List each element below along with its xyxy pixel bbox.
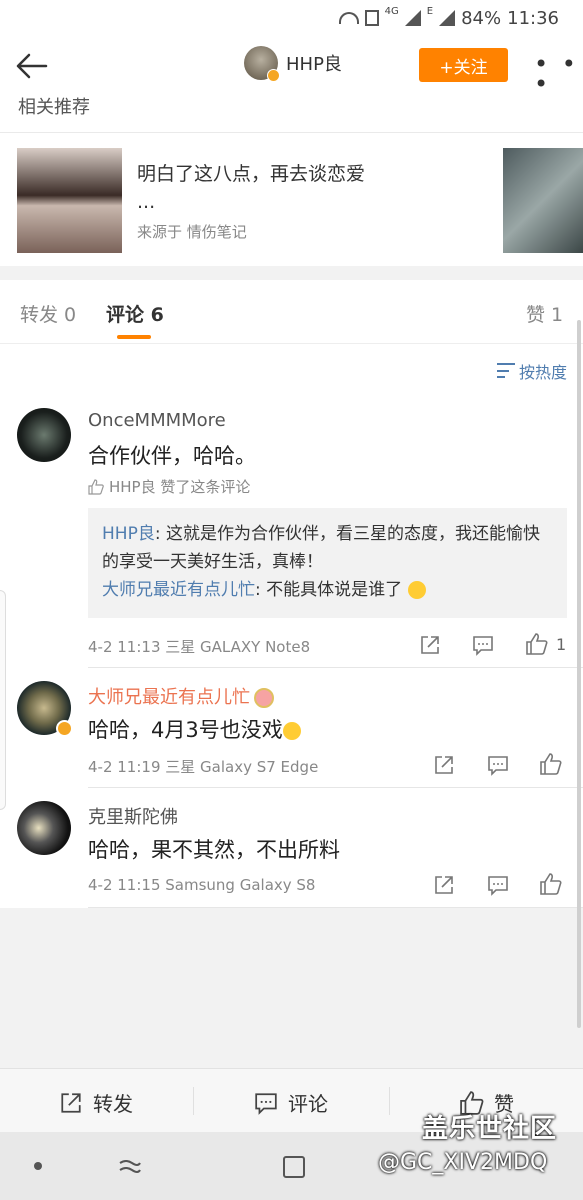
member-crown-icon (254, 688, 274, 708)
related-header: 相关推荐 (0, 96, 583, 132)
comment-text: 合作伙伴，哈哈。 (88, 444, 256, 468)
home-button-icon[interactable] (283, 1156, 305, 1178)
edge-panel-handle[interactable] (0, 590, 6, 810)
share-icon (61, 1092, 81, 1113)
share-icon[interactable] (433, 754, 455, 776)
clock: 11:36 (507, 7, 559, 29)
divider (88, 787, 583, 788)
like-icon[interactable] (526, 633, 548, 655)
reply-author[interactable]: HHP良 (102, 524, 155, 544)
back-arrow-icon (16, 53, 48, 79)
active-tab-indicator (117, 335, 151, 339)
like-icon[interactable] (540, 873, 562, 895)
comment-icon[interactable] (487, 754, 509, 776)
battery-percent: 84% (461, 7, 502, 29)
signal-icon (404, 10, 421, 26)
repost-button[interactable]: 转发 (59, 1088, 133, 1117)
nav-username: HHP良 (286, 54, 342, 75)
watermark-logo: 盖乐世社区 (422, 1114, 558, 1144)
related-thumbnail (17, 148, 122, 253)
like-count: 1 (556, 635, 567, 654)
avatar[interactable] (17, 801, 71, 855)
comment-label: 评论 (288, 1092, 328, 1116)
comment-icon[interactable] (472, 634, 494, 656)
comment-author[interactable]: 大师兄最近有点儿忙 (88, 683, 274, 709)
tab-repost[interactable]: 转发 0 (20, 300, 76, 327)
comment-text: 哈哈，4月3号也没戏 (88, 714, 301, 744)
related-ellipsis: ... (137, 191, 156, 213)
avatar[interactable] (17, 681, 73, 737)
nav-dot-icon[interactable] (34, 1162, 42, 1170)
liked-by-author: HHP良 赞了这条评论 (88, 476, 250, 497)
related-thumbnail-2[interactable] (503, 148, 583, 253)
comment-author-name: 大师兄最近有点儿忙 (88, 687, 250, 708)
more-menu-button[interactable]: • • • (534, 52, 583, 96)
related-source: 来源于 情伤笔记 (137, 223, 247, 241)
sort-button[interactable]: 按热度 (496, 359, 567, 383)
nav-user[interactable]: HHP良 (244, 46, 342, 82)
comment-icon[interactable] (487, 874, 509, 896)
comment-list: 按热度 OnceMMMMore 合作伙伴，哈哈。 HHP良 赞了这条评论 HHP… (0, 344, 583, 908)
share-icon[interactable] (419, 634, 441, 656)
tab-bar: 转发 0 评论 6 赞 1 (0, 280, 583, 344)
thumbs-up-icon (88, 478, 104, 495)
like-icon[interactable] (540, 753, 562, 775)
nfc-icon (364, 10, 379, 26)
comment-meta: 4-2 11:19 三星 Galaxy S7 Edge (88, 758, 319, 776)
comment-author[interactable]: OnceMMMMore (88, 410, 226, 431)
divider (88, 907, 583, 908)
liked-by-text: HHP良 赞了这条评论 (109, 478, 251, 496)
tab-like[interactable]: 赞 1 (526, 300, 563, 327)
edge-indicator: E (426, 6, 434, 17)
comment-meta: 4-2 11:15 Samsung Galaxy S8 (88, 876, 316, 894)
avatar[interactable] (17, 408, 71, 462)
reply-text: : 这就是作为合作伙伴，看三星的态度，我还能愉快的享受一天美好生活，真棒！ (102, 524, 540, 572)
signal-icon-2 (439, 10, 456, 26)
reply-thread[interactable]: HHP良: 这就是作为合作伙伴，看三星的态度，我还能愉快的享受一天美好生活，真棒… (88, 508, 567, 618)
network-type: 4G (384, 6, 399, 17)
status-bar: 4G E 84% 11:36 (0, 0, 583, 36)
related-title: 明白了这八点，再去谈恋爱 (137, 163, 366, 185)
verified-badge-icon (267, 69, 280, 82)
divider (193, 1087, 194, 1115)
tab-comment[interactable]: 评论 6 (106, 300, 164, 327)
reply-author[interactable]: 大师兄最近有点儿忙 (102, 580, 255, 600)
recent-apps-icon[interactable] (118, 1156, 142, 1176)
top-nav: HHP良 +关注 • • • (0, 36, 583, 96)
share-icon[interactable] (433, 874, 455, 896)
sort-label: 按热度 (518, 363, 567, 382)
laugh-emoji-icon (282, 722, 301, 740)
laugh-emoji-icon (407, 581, 426, 599)
related-card[interactable]: 明白了这八点，再去谈恋爱 ... 来源于 情伤笔记 (0, 132, 583, 266)
avatar[interactable] (244, 46, 280, 82)
comment-icon (255, 1092, 277, 1115)
reply-text: : 不能具体说是谁了 (255, 580, 403, 600)
repost-label: 转发 (93, 1092, 133, 1116)
watermark-id: @GC_XIV2MDQ (378, 1150, 548, 1175)
verified-badge-icon (56, 720, 73, 737)
wifi-icon (338, 12, 359, 24)
scrollbar[interactable] (577, 320, 581, 1028)
back-button[interactable] (14, 48, 50, 84)
divider (389, 1087, 390, 1115)
comment-text-content: 哈哈，4月3号也没戏 (88, 718, 283, 742)
comment-button[interactable]: 评论 (254, 1088, 328, 1117)
comment-text: 哈哈，果不其然，不出所料 (88, 838, 340, 862)
follow-button[interactable]: +关注 (419, 48, 508, 82)
comment-meta: 4-2 11:13 三星 GALAXY Note8 (88, 638, 311, 656)
comment-author[interactable]: 克里斯陀佛 (88, 803, 178, 829)
divider (88, 667, 583, 668)
sort-icon (496, 363, 515, 379)
